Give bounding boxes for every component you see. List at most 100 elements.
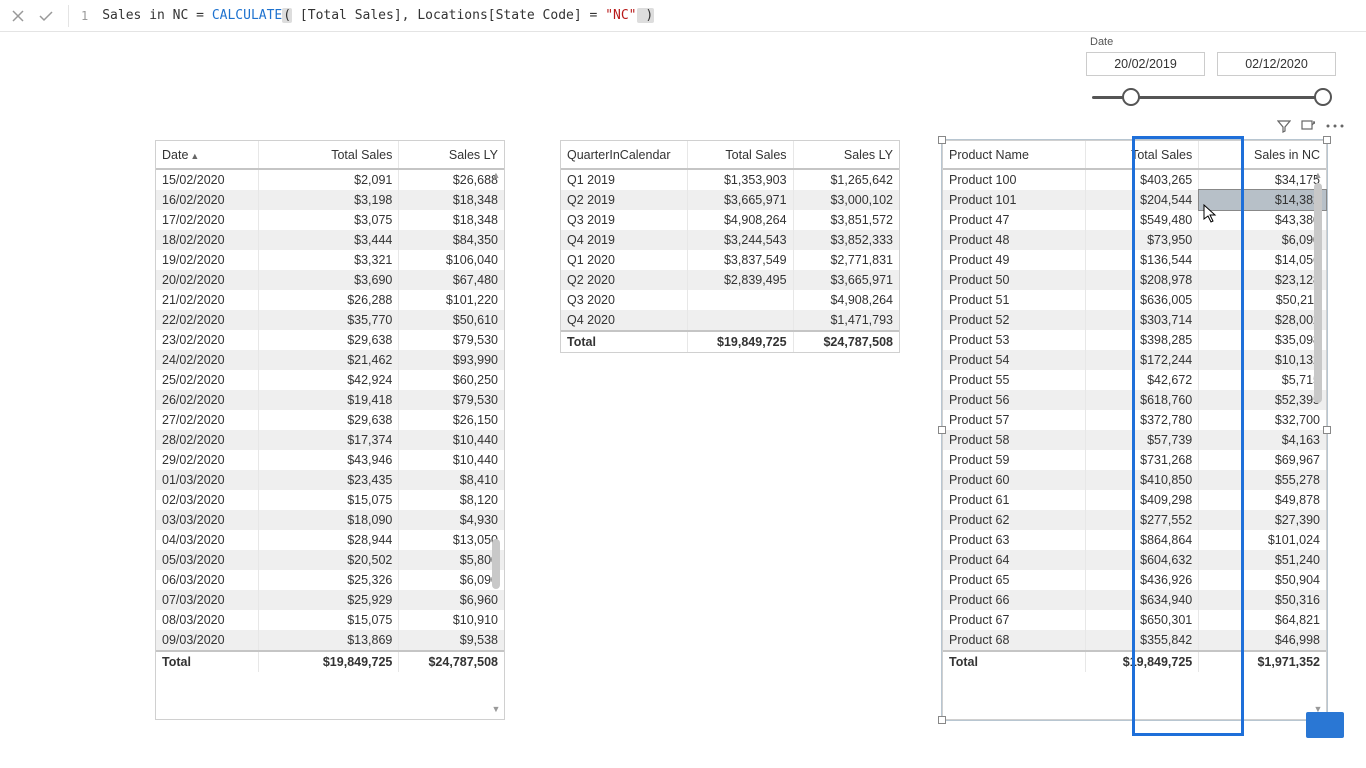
table-row[interactable]: 23/02/2020$29,638$79,530 — [156, 330, 504, 350]
table-row[interactable]: 27/02/2020$29,638$26,150 — [156, 410, 504, 430]
cell[interactable]: $28,944 — [259, 530, 399, 550]
cell[interactable]: 25/02/2020 — [156, 370, 259, 390]
table-row[interactable]: Q2 2020$2,839,495$3,665,971 — [561, 270, 899, 290]
table-row[interactable]: Product 64$604,632$51,240 — [943, 550, 1326, 570]
cell[interactable]: $23,128 — [1199, 270, 1326, 290]
cell[interactable]: Product 48 — [943, 230, 1085, 250]
cell[interactable]: $79,530 — [399, 390, 504, 410]
table-row[interactable]: 24/02/2020$21,462$93,990 — [156, 350, 504, 370]
quarter-table-visual[interactable]: QuarterInCalendar Total Sales Sales LY Q… — [560, 140, 900, 353]
date-scrollbar[interactable]: ▲ ▼ — [490, 169, 502, 715]
scroll-down-icon[interactable]: ▼ — [490, 703, 502, 715]
table-row[interactable]: Q4 2020$1,471,793 — [561, 310, 899, 331]
table-row[interactable]: 19/02/2020$3,321$106,040 — [156, 250, 504, 270]
table-row[interactable]: Product 66$634,940$50,316 — [943, 590, 1326, 610]
table-row[interactable]: 21/02/2020$26,288$101,220 — [156, 290, 504, 310]
product-table-visual[interactable]: Product Name Total Sales Sales in NC Pro… — [942, 140, 1327, 720]
cell[interactable]: Product 57 — [943, 410, 1085, 430]
table-row[interactable]: Q1 2019$1,353,903$1,265,642 — [561, 169, 899, 190]
table-row[interactable]: Product 62$277,552$27,390 — [943, 510, 1326, 530]
cell[interactable]: Product 65 — [943, 570, 1085, 590]
table-row[interactable]: Product 57$372,780$32,700 — [943, 410, 1326, 430]
cell[interactable]: $3,000,102 — [793, 190, 899, 210]
cell[interactable]: $2,771,831 — [793, 250, 899, 270]
table-row[interactable]: Product 67$650,301$64,821 — [943, 610, 1326, 630]
table-row[interactable]: 28/02/2020$17,374$10,440 — [156, 430, 504, 450]
table-row[interactable]: Product 47$549,480$43,380 — [943, 210, 1326, 230]
table-row[interactable]: 03/03/2020$18,090$4,930 — [156, 510, 504, 530]
cell[interactable]: 08/03/2020 — [156, 610, 259, 630]
cell[interactable]: $28,002 — [1199, 310, 1326, 330]
cell[interactable]: $57,739 — [1085, 430, 1199, 450]
cancel-formula-button[interactable] — [8, 6, 28, 26]
table-row[interactable]: Product 101$204,544$14,382 — [943, 190, 1326, 210]
table-row[interactable]: Product 68$355,842$46,998 — [943, 630, 1326, 651]
cell[interactable]: $35,770 — [259, 310, 399, 330]
table-row[interactable]: Q3 2020$4,908,264 — [561, 290, 899, 310]
cell[interactable]: $208,978 — [1085, 270, 1199, 290]
table-row[interactable]: Product 52$303,714$28,002 — [943, 310, 1326, 330]
cell[interactable]: $303,714 — [1085, 310, 1199, 330]
cell[interactable]: Q1 2019 — [561, 169, 687, 190]
cell[interactable] — [687, 290, 793, 310]
table-row[interactable]: Product 100$403,265$34,175 — [943, 169, 1326, 190]
table-row[interactable]: Product 49$136,544$14,056 — [943, 250, 1326, 270]
cell[interactable]: $372,780 — [1085, 410, 1199, 430]
selection-handle[interactable] — [938, 716, 946, 724]
cell[interactable]: $64,821 — [1199, 610, 1326, 630]
cell[interactable]: Product 53 — [943, 330, 1085, 350]
cell[interactable]: $136,544 — [1085, 250, 1199, 270]
cell[interactable]: Product 62 — [943, 510, 1085, 530]
cell[interactable]: Product 101 — [943, 190, 1085, 210]
cell[interactable]: Product 61 — [943, 490, 1085, 510]
cell[interactable]: Product 55 — [943, 370, 1085, 390]
cell[interactable]: 04/03/2020 — [156, 530, 259, 550]
cell[interactable]: 17/02/2020 — [156, 210, 259, 230]
cell[interactable]: $25,326 — [259, 570, 399, 590]
qtr-sales-ly-header[interactable]: Sales LY — [793, 141, 899, 169]
table-row[interactable]: Q1 2020$3,837,549$2,771,831 — [561, 250, 899, 270]
selection-handle[interactable] — [1323, 136, 1331, 144]
product-name-header[interactable]: Product Name — [943, 141, 1085, 169]
filter-icon[interactable] — [1276, 118, 1292, 134]
cell[interactable]: $13,869 — [259, 630, 399, 651]
cell[interactable]: 06/03/2020 — [156, 570, 259, 590]
cell[interactable]: $15,075 — [259, 490, 399, 510]
table-row[interactable]: 17/02/2020$3,075$18,348 — [156, 210, 504, 230]
selection-handle[interactable] — [938, 426, 946, 434]
cell[interactable]: $410,850 — [1085, 470, 1199, 490]
cell[interactable]: $10,440 — [399, 450, 504, 470]
table-row[interactable]: Q4 2019$3,244,543$3,852,333 — [561, 230, 899, 250]
cell[interactable]: $9,538 — [399, 630, 504, 651]
cell[interactable]: $4,163 — [1199, 430, 1326, 450]
cell[interactable]: $618,760 — [1085, 390, 1199, 410]
cell[interactable]: $3,837,549 — [687, 250, 793, 270]
cell[interactable]: $52,395 — [1199, 390, 1326, 410]
more-options-icon[interactable] — [1324, 118, 1346, 134]
cell[interactable]: $32,700 — [1199, 410, 1326, 430]
cell[interactable]: 19/02/2020 — [156, 250, 259, 270]
cell[interactable]: $6,090 — [1199, 230, 1326, 250]
cell[interactable]: Product 51 — [943, 290, 1085, 310]
table-row[interactable]: Product 55$42,672$5,715 — [943, 370, 1326, 390]
cell[interactable]: $4,908,264 — [793, 290, 899, 310]
cell[interactable]: Product 63 — [943, 530, 1085, 550]
table-row[interactable]: 01/03/2020$23,435$8,410 — [156, 470, 504, 490]
cell[interactable]: $398,285 — [1085, 330, 1199, 350]
cell[interactable]: 09/03/2020 — [156, 630, 259, 651]
table-row[interactable]: 02/03/2020$15,075$8,120 — [156, 490, 504, 510]
cell[interactable]: Product 52 — [943, 310, 1085, 330]
cell[interactable]: $50,610 — [399, 310, 504, 330]
cell[interactable]: $26,288 — [259, 290, 399, 310]
cell[interactable]: $10,910 — [399, 610, 504, 630]
cell[interactable]: $18,348 — [399, 210, 504, 230]
cell[interactable]: 24/02/2020 — [156, 350, 259, 370]
table-row[interactable]: 08/03/2020$15,075$10,910 — [156, 610, 504, 630]
cell[interactable]: $8,120 — [399, 490, 504, 510]
cell[interactable]: $1,353,903 — [687, 169, 793, 190]
cell[interactable]: $3,244,543 — [687, 230, 793, 250]
table-row[interactable]: Product 48$73,950$6,090 — [943, 230, 1326, 250]
prod-total-sales-header[interactable]: Total Sales — [1085, 141, 1199, 169]
cell[interactable]: $403,265 — [1085, 169, 1199, 190]
cell[interactable]: 03/03/2020 — [156, 510, 259, 530]
